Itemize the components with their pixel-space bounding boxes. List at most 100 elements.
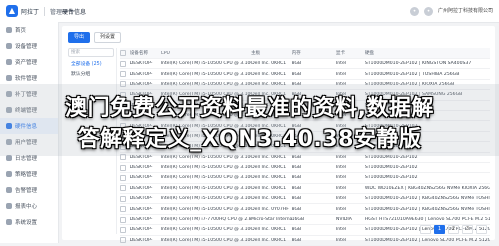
table-cell: 8GB (291, 61, 302, 67)
table-cell: 8GB (291, 237, 302, 243)
prev-page-button[interactable]: ‹ (420, 225, 431, 234)
column-header[interactable]: 硬盘 (365, 50, 490, 56)
export-button[interactable]: 导出 (68, 32, 91, 43)
report-icon (6, 203, 12, 209)
overlay-headline-line1: 澳门免费公开资料最准的资料,数据解 (65, 96, 434, 121)
next-page-button[interactable]: › (476, 225, 487, 234)
brand-divider (44, 6, 46, 16)
table-row[interactable]: DESKTOP- Intel(R) Core(TM) i7-7700HQ CPU … (120, 215, 490, 226)
asset-icon (6, 59, 12, 65)
table-cell: Micro-Star International (251, 217, 291, 223)
table-row[interactable]: DESKTOP- Intel(R) Core(TM) i5-10500 CPU @… (120, 59, 490, 70)
sidebar-item-assets[interactable]: 资产管理 (0, 54, 58, 70)
row-checkbox[interactable] (120, 206, 130, 213)
table-cell: Intel(R) Core(TM) i5-10500 CPU @ 3.10GHz (160, 185, 252, 191)
sidebar-item-label: 资产管理 (15, 60, 38, 66)
gear-icon (6, 219, 12, 225)
table-cell: ST1000DM010-2EP102 | TOSHIBA 256GB (364, 71, 460, 77)
sidebar-item-home[interactable]: 首页 (0, 22, 58, 38)
sidebar-item-alerts[interactable]: 告警管理 (0, 182, 58, 198)
table-cell: Intel (335, 185, 347, 191)
table-row[interactable]: DESKTOP- Intel(R) Core(TM) i5-10500 CPU @… (120, 194, 490, 205)
table-cell: DESKTOP- (129, 165, 153, 171)
table-cell: Dell Inc. 0KRC1 (251, 196, 287, 202)
table-cell: Intel(R) Core(TM) i5-10500 CPU @ 3.10GHz (160, 196, 252, 202)
page-button[interactable]: 2 (448, 225, 459, 234)
pagination: ‹ 1 2 3 › (420, 225, 487, 234)
column-header[interactable]: 设备名称 (130, 50, 161, 56)
table-cell: Dell Inc. 0KRC1 (251, 237, 287, 243)
page-button[interactable]: 1 (434, 225, 445, 234)
row-checkbox[interactable] (120, 174, 130, 181)
row-checkbox[interactable] (120, 60, 130, 67)
policy-icon (6, 171, 12, 177)
top-right-area: • • 广州阿拉丁科技有限公司 (409, 5, 493, 17)
table-cell: NVIDIA (335, 217, 352, 223)
table-cell: Dell Inc. 0Y07HF (251, 206, 289, 212)
table-cell: Intel (335, 175, 347, 181)
sidebar-item-label: 软件管理 (15, 76, 38, 82)
table-cell: ST1000DM010-2EP102 | KINGSTON SA400S37 (364, 61, 472, 67)
table-cell: Intel(R) Core(TM) i5-10500 CPU @ 3.10GHz (160, 175, 252, 181)
table-cell: Intel(R) Core(TM) i5-10500 CPU @ 3.10GHz (160, 165, 252, 171)
notification-icon[interactable]: • (409, 6, 419, 16)
brand-logo-icon: ▲ (6, 5, 18, 17)
table-cell: DESKTOP- (129, 217, 153, 223)
table-cell: 8GB (291, 196, 302, 202)
row-checkbox[interactable] (120, 195, 130, 202)
sidebar-item-label: 报表中心 (15, 204, 38, 210)
row-checkbox[interactable] (120, 185, 130, 192)
tree-node-all[interactable]: 全部设备 (25) (68, 57, 116, 67)
top-bar: ▲ 阿拉丁 管理平台 硬件信息 • • 广州阿拉丁科技有限公司 (0, 0, 499, 23)
row-checkbox[interactable] (120, 164, 130, 171)
table-cell: Dell Inc. 0KRC1 (251, 185, 287, 191)
avatar[interactable]: • (423, 6, 433, 16)
tree-search-input[interactable]: 搜索 (68, 48, 114, 57)
table-cell: WDC WD10EZEX | KBG40ZNS256G NVMe KIOXIA … (364, 185, 490, 191)
page-button[interactable]: 3 (462, 225, 473, 234)
table-cell: 8GB (291, 165, 302, 171)
sidebar-item-label: 系统设置 (15, 220, 38, 226)
table-cell: DESKTOP- (129, 61, 153, 67)
table-row[interactable]: DESKTOP- Intel(R) Core(TM) i5-10500 CPU @… (120, 69, 490, 80)
table-cell: ST1000DM010-2EP102 | KBG40ZNS256G NVMe T… (364, 196, 490, 202)
overlay-headline-line2: 答解释定义_XQN3.40.38安静版 (77, 127, 422, 152)
sidebar-item-devices[interactable]: 设备管理 (0, 38, 58, 54)
column-header[interactable]: 显卡 (336, 50, 365, 56)
select-all-checkbox[interactable] (120, 50, 130, 56)
column-settings-button[interactable]: 列设置 (94, 32, 122, 43)
table-row[interactable]: DESKTOP- Intel(R) Core(TM) i5-10500 CPU @… (120, 163, 490, 174)
column-header[interactable]: 内存 (292, 50, 336, 56)
table-cell: Intel (335, 61, 347, 67)
tree-node-default[interactable]: 默认分组 (68, 67, 116, 77)
table-row[interactable]: DESKTOP- Intel(R) Core(TM) i5-10500 CPU @… (120, 184, 490, 195)
column-header[interactable]: 主板 (251, 50, 291, 56)
sidebar-item-label: 告警管理 (15, 188, 38, 194)
table-cell: Intel(R) Core(TM) i7-7700HQ CPU @ 2.80GH… (160, 217, 252, 223)
table-cell: Dell Inc. 0KRC1 (251, 165, 287, 171)
table-row[interactable]: DESKTOP- Intel(R) Core(TM) i5-10500 CPU @… (120, 236, 490, 246)
table-cell: HGST HTS721010A9E630 | Lenovo SL700 PCI-… (364, 217, 490, 223)
table-cell: DESKTOP- (129, 185, 153, 191)
page-title: 硬件信息 (62, 9, 87, 16)
sidebar-item-label: 首页 (15, 28, 27, 34)
table-cell: Intel(R) Core(TM) i5-10500 CPU @ 3.10GHz (160, 237, 252, 243)
row-checkbox[interactable] (120, 226, 130, 233)
row-checkbox[interactable] (120, 71, 130, 78)
sidebar-item-settings[interactable]: 系统设置 (0, 214, 58, 230)
table-row[interactable]: DESKTOP- Intel(R) Core(TM) i5-10500 CPU @… (120, 173, 490, 184)
table-cell: Dell Inc. 0KRC1 (251, 175, 287, 181)
sidebar-item-policies[interactable]: 策略管理 (0, 166, 58, 182)
table-cell: Dell Inc. 0KRC1 (251, 61, 287, 67)
table-cell: ST1000DM010-2EP102 (364, 165, 418, 171)
row-checkbox[interactable] (120, 216, 130, 223)
table-cell: DESKTOP- (129, 71, 153, 77)
column-header[interactable]: CPU (161, 51, 252, 56)
table-cell: Intel (335, 196, 347, 202)
software-icon (6, 75, 12, 81)
table-row[interactable]: DESKTOP- Intel(R) Core(TM) i5-10500 CPU @… (120, 204, 490, 215)
toolbar: 导出 列设置 (68, 32, 122, 43)
sidebar-item-reports[interactable]: 报表中心 (0, 198, 58, 214)
row-checkbox[interactable] (120, 237, 130, 244)
table-cell: 8GB (291, 71, 302, 77)
